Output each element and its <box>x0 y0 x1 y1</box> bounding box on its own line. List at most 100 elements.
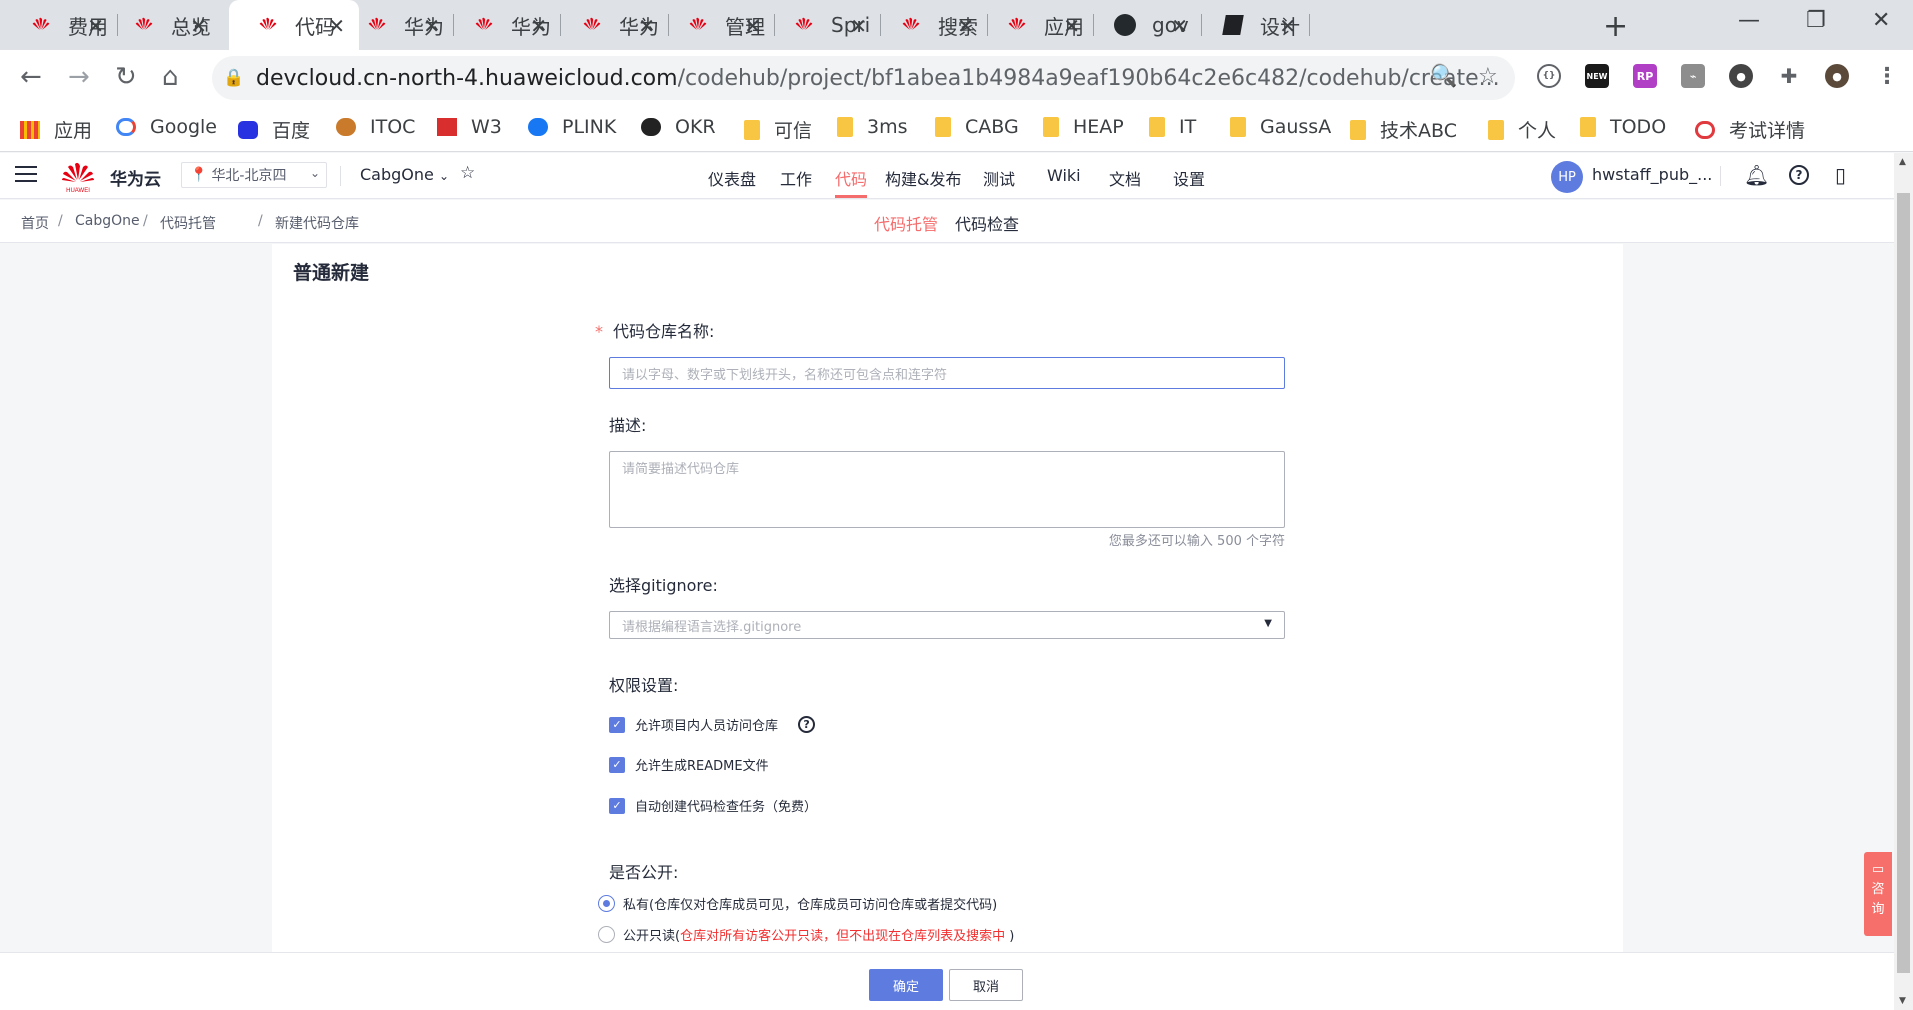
cancel-button[interactable]: 取消 <box>949 969 1023 1001</box>
favorite-star-icon[interactable]: ☆ <box>460 163 475 183</box>
checkbox-checked-icon[interactable]: ✓ <box>609 716 625 733</box>
back-icon[interactable]: ← <box>20 62 42 92</box>
perm-checkbox-auto-check[interactable]: ✓ 自动创建代码检查任务（免费） <box>609 796 817 815</box>
bookmark-item[interactable]: HEAP <box>1043 116 1124 138</box>
username[interactable]: hwstaff_pub_... <box>1592 165 1712 184</box>
user-avatar[interactable]: HP <box>1551 161 1583 193</box>
confirm-button[interactable]: 确定 <box>869 969 943 1001</box>
breadcrumb-item[interactable]: 代码托管 <box>160 213 216 233</box>
nav-item[interactable]: 设置 <box>1173 166 1205 190</box>
mobile-icon[interactable]: ▯ <box>1835 163 1846 187</box>
bookmark-item[interactable]: ITOC <box>336 116 415 138</box>
bookmark-item[interactable]: 应用 <box>20 116 92 143</box>
tab-close-icon[interactable]: ✕ <box>1063 14 1080 38</box>
bookmark-star-icon[interactable]: ☆ <box>1478 64 1498 89</box>
browser-tab[interactable]: 费用 ✕ <box>2 0 118 50</box>
checkbox-checked-icon[interactable]: ✓ <box>609 756 625 773</box>
bookmark-item[interactable]: 技术ABC <box>1350 116 1457 143</box>
bookmark-item[interactable]: GaussA <box>1230 116 1331 138</box>
hamburger-menu-icon[interactable] <box>15 166 37 187</box>
bell-icon[interactable]: 🔔︎ <box>1744 163 1769 187</box>
new-tab-button[interactable]: + <box>1603 9 1628 44</box>
bookmark-item[interactable]: TODO <box>1580 116 1666 138</box>
tab-close-icon[interactable]: ✕ <box>190 14 207 38</box>
help-icon[interactable]: ? <box>1789 165 1809 185</box>
browser-tab[interactable]: gov ✕ <box>1086 0 1202 50</box>
tab-close-icon[interactable]: ✕ <box>423 14 440 38</box>
bookmark-item[interactable]: W3 <box>437 116 502 138</box>
circle-extension-icon[interactable]: ● <box>1729 64 1753 88</box>
extension-icon[interactable]: {} <box>1537 64 1561 88</box>
tab-close-icon[interactable]: ✕ <box>957 14 974 38</box>
home-icon[interactable]: ⌂ <box>162 62 179 92</box>
bookmark-item[interactable]: IT <box>1149 116 1196 138</box>
browser-tab[interactable]: 设计 ✕ <box>1194 0 1310 50</box>
close-window-icon[interactable]: ✕ <box>1872 8 1890 33</box>
forward-icon[interactable]: → <box>68 62 90 92</box>
bookmark-item[interactable]: 可信 <box>744 116 812 143</box>
scroll-thumb[interactable] <box>1897 193 1910 973</box>
gitignore-select[interactable]: 请根据编程语言选择.gitignore ▼ <box>609 611 1285 639</box>
bookmark-item[interactable]: 百度 <box>238 116 310 143</box>
subnav-codehub[interactable]: 代码托管 <box>874 211 938 235</box>
project-selector[interactable]: CabgOne ⌄ <box>360 165 449 184</box>
pdf-extension-icon[interactable]: ⌁ <box>1681 64 1705 88</box>
tab-close-icon[interactable]: ✕ <box>1171 14 1188 38</box>
bookmark-item[interactable]: Google <box>116 116 217 138</box>
puzzle-icon[interactable]: ✚ <box>1777 64 1801 88</box>
browser-tab[interactable]: 总览 ✕ <box>105 0 221 50</box>
browser-tab[interactable]: 应用 ✕ <box>978 0 1094 50</box>
tab-close-icon[interactable]: ✕ <box>638 14 655 38</box>
browser-tab[interactable]: Spri ✕ <box>765 0 881 50</box>
nav-item[interactable]: 仪表盘 <box>708 166 756 190</box>
radio-public-readonly[interactable]: 公开只读(仓库对所有访客公开只读，但不出现在仓库列表及搜索中 ) <box>598 925 1014 944</box>
nav-item[interactable]: 代码 <box>835 166 867 190</box>
description-textarea[interactable]: 请简要描述代码仓库 <box>609 451 1285 528</box>
browser-tab[interactable]: 华为 ✕ <box>445 0 561 50</box>
address-bar[interactable]: 🔒 devcloud.cn-north-4.huaweicloud.com /c… <box>212 56 1515 100</box>
kebab-menu-icon[interactable]: ⋮ <box>1875 64 1899 89</box>
nav-item[interactable]: 文档 <box>1109 166 1141 190</box>
radio-unselected-icon[interactable] <box>598 926 615 943</box>
radio-private[interactable]: 私有(仓库仅对仓库成员可见，仓库成员可访问仓库或者提交代码) <box>598 894 997 913</box>
minimize-icon[interactable]: — <box>1738 8 1760 33</box>
tab-close-icon[interactable]: ✕ <box>530 14 547 38</box>
radio-selected-icon[interactable] <box>598 895 615 912</box>
bookmark-item[interactable]: 3ms <box>837 116 908 138</box>
restore-icon[interactable]: ❐ <box>1806 8 1826 33</box>
repo-name-input[interactable]: 请以字母、数字或下划线开头，名称还可包含点和连字符 <box>609 357 1285 389</box>
rp-extension-icon[interactable]: RP <box>1633 64 1657 88</box>
consult-button[interactable]: ▭ 咨 询 <box>1864 852 1892 936</box>
scroll-down-icon[interactable]: ▼ <box>1899 996 1906 1006</box>
subnav-codecheck[interactable]: 代码检查 <box>955 211 1019 235</box>
breadcrumb-item[interactable]: 首页 <box>21 213 49 233</box>
breadcrumb-item[interactable]: CabgOne <box>75 213 140 229</box>
nav-item[interactable]: 工作 <box>780 166 812 190</box>
nav-item[interactable]: 构建&发布 <box>885 166 961 190</box>
perm-checkbox-member-access[interactable]: ✓ 允许项目内人员访问仓库 ? <box>609 715 816 734</box>
browser-tab[interactable]: 华为 ✕ <box>553 0 669 50</box>
help-icon[interactable]: ? <box>798 716 816 733</box>
reload-icon[interactable]: ↻ <box>115 62 137 92</box>
browser-tab[interactable]: 华为 ✕ <box>338 0 454 50</box>
tab-close-icon[interactable]: ✕ <box>87 14 104 38</box>
page-scrollbar[interactable]: ▲ ▼ <box>1894 153 1913 1010</box>
bookmark-item[interactable]: OKR <box>641 116 716 138</box>
nav-item[interactable]: Wiki <box>1047 166 1081 185</box>
zoom-icon[interactable]: 🔍 <box>1430 64 1457 89</box>
region-selector[interactable]: 📍 华北-北京四 ⌄ <box>181 162 327 188</box>
perm-checkbox-readme[interactable]: ✓ 允许生成README文件 <box>609 755 769 774</box>
bookmark-item[interactable]: PLINK <box>528 116 616 138</box>
bookmark-item[interactable]: 个人 <box>1488 116 1556 143</box>
bookmark-item[interactable]: 考试详情 <box>1695 116 1805 143</box>
tab-close-icon[interactable]: ✕ <box>744 14 761 38</box>
profile-avatar[interactable]: ● <box>1825 64 1849 88</box>
nav-item[interactable]: 测试 <box>983 166 1015 190</box>
browser-tab[interactable]: 管理 ✕ <box>659 0 775 50</box>
browser-tab[interactable]: 搜索 ✕ <box>872 0 988 50</box>
new-extension-icon[interactable]: NEW <box>1585 64 1609 88</box>
checkbox-checked-icon[interactable]: ✓ <box>609 797 625 814</box>
scroll-up-icon[interactable]: ▲ <box>1899 157 1906 167</box>
tab-close-icon[interactable]: ✕ <box>1279 14 1296 38</box>
tab-close-icon[interactable]: ✕ <box>850 14 867 38</box>
